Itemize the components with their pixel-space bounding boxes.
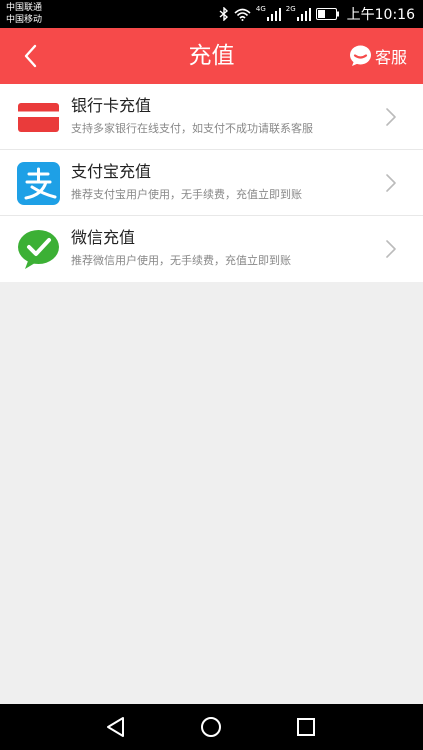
clock: 上午10:16 (346, 7, 415, 23)
bank-card-icon (18, 103, 59, 132)
chevron-right-icon (386, 240, 396, 258)
status-indicators: 4G 2G 上午10:16 (219, 0, 415, 28)
method-title: 微信充值 (71, 228, 136, 247)
wifi-icon (234, 8, 251, 21)
method-title: 支付宝充值 (71, 162, 152, 181)
back-button[interactable] (14, 40, 46, 72)
signal-icon (296, 7, 311, 21)
network-type-1: 4G (255, 5, 266, 13)
method-description: 推荐支付宝用户使用，无手续费，充值立即到账 (71, 188, 302, 201)
carrier-info: 中国联通 中国移动 (6, 2, 42, 26)
carrier-1: 中国联通 (6, 3, 43, 13)
alipay-icon (17, 162, 60, 205)
chevron-right-icon (386, 174, 396, 192)
wechat-icon (18, 230, 59, 269)
method-wechat[interactable]: 微信充值 推荐微信用户使用，无手续费，充值立即到账 (0, 216, 423, 282)
recents-square-icon[interactable] (294, 715, 318, 739)
home-circle-icon[interactable] (199, 715, 223, 739)
system-navigation-bar (0, 704, 423, 750)
chat-bubble-icon (349, 45, 371, 66)
chevron-left-icon (24, 44, 37, 68)
header-bar: 充值 客服 (0, 28, 423, 84)
carrier-2: 中国移动 (6, 15, 43, 25)
customer-service-button[interactable]: 客服 (349, 42, 407, 70)
battery-icon (315, 8, 339, 20)
method-description: 推荐微信用户使用，无手续费，充值立即到账 (71, 254, 291, 267)
recharge-method-list: 银行卡充值 支持多家银行在线支付，如支付不成功请联系客服 支付宝充值 推荐支付宝… (0, 84, 423, 282)
status-bar: 中国联通 中国移动 4G 2G 上午10:16 (0, 0, 423, 28)
signal-icon (266, 7, 281, 21)
method-description: 支持多家银行在线支付，如支付不成功请联系客服 (71, 122, 313, 135)
method-alipay[interactable]: 支付宝充值 推荐支付宝用户使用，无手续费，充值立即到账 (0, 150, 423, 216)
network-type-2: 2G (285, 5, 296, 13)
back-triangle-icon[interactable] (104, 715, 128, 739)
method-bank-card[interactable]: 银行卡充值 支持多家银行在线支付，如支付不成功请联系客服 (0, 84, 423, 150)
method-title: 银行卡充值 (71, 96, 152, 115)
chevron-right-icon (386, 108, 396, 126)
customer-service-label: 客服 (374, 48, 407, 67)
bluetooth-icon (219, 7, 228, 21)
